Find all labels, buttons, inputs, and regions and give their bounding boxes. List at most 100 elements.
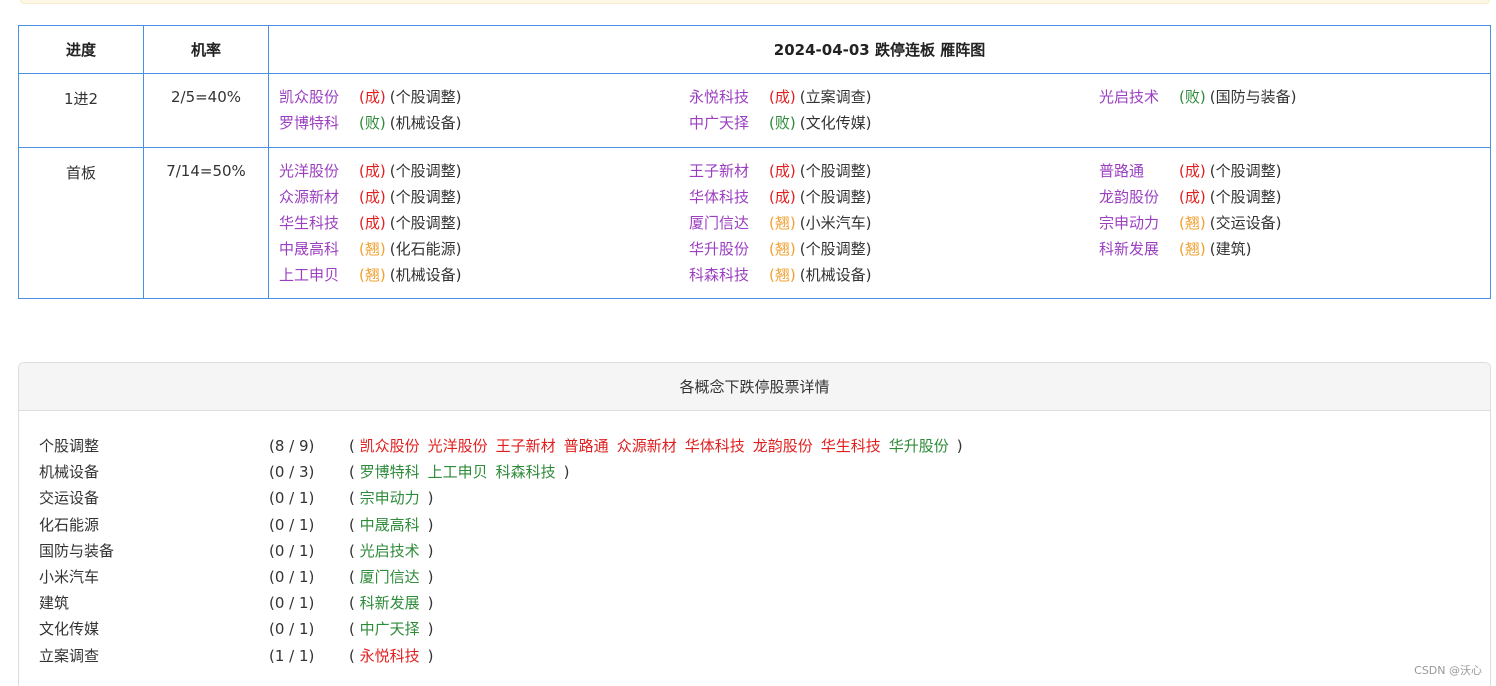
ladder-table: 进度 机率 2024-04-03 跌停连板 雁阵图 1进2 2/5=40% 凯众… xyxy=(18,25,1491,299)
stock-name-link[interactable]: 科森科技 xyxy=(689,262,769,288)
concept-stock-link[interactable]: 光洋股份 xyxy=(428,437,488,455)
concept-stock-link[interactable]: 厦门信达 xyxy=(360,568,420,586)
stock-entry[interactable]: 永悦科技 (成) (立案调查) xyxy=(689,84,871,110)
stock-name-link[interactable]: 光启技术 xyxy=(1099,84,1179,110)
concept-count: (0 / 3) xyxy=(269,463,315,482)
concept-stock-link[interactable]: 罗博特科 xyxy=(360,463,420,481)
stock-entry[interactable]: 华生科技 (成) (个股调整) xyxy=(279,210,461,236)
ladder-header-row: 进度 机率 2024-04-03 跌停连板 雁阵图 xyxy=(19,26,1490,74)
close-paren: ) xyxy=(563,463,570,482)
open-paren: ( xyxy=(349,541,360,560)
concept-tag: (个股调整) xyxy=(389,162,462,180)
stock-entry[interactable]: 厦门信达 (翘) (小米汽车) xyxy=(689,210,871,236)
concept-stock-link[interactable]: 光启技术 xyxy=(360,542,420,560)
concept-row: 小米汽车 (0 / 1) ( 厦门信达) xyxy=(19,564,1490,590)
stock-entry[interactable]: 众源新材 (成) (个股调整) xyxy=(279,184,461,210)
concept-stock-link[interactable]: 中广天择 xyxy=(360,620,420,638)
status-badge: (翘) xyxy=(359,266,386,284)
status-badge: (成) xyxy=(359,162,386,180)
stock-entry[interactable]: 中晟高科 (翘) (化石能源) xyxy=(279,236,461,262)
stock-name-link[interactable]: 永悦科技 xyxy=(689,84,769,110)
concept-tag: (个股调整) xyxy=(389,214,462,232)
concept-stock-link[interactable]: 华生科技 xyxy=(821,437,881,455)
stock-entry[interactable]: 中广天择 (败) (文化传媒) xyxy=(689,110,871,136)
concept-stock-link[interactable]: 宗申动力 xyxy=(360,489,420,507)
stock-name-link[interactable]: 中晟高科 xyxy=(279,236,359,262)
concept-name: 机械设备 xyxy=(39,463,100,482)
status-badge: (败) xyxy=(769,114,796,132)
concept-stock-link[interactable]: 华升股份 xyxy=(889,437,949,455)
stock-entry[interactable]: 光洋股份 (成) (个股调整) xyxy=(279,158,461,184)
stock-name-link[interactable]: 龙韵股份 xyxy=(1099,184,1179,210)
close-paren: ) xyxy=(427,515,434,534)
stock-name-link[interactable]: 王子新材 xyxy=(689,158,769,184)
concept-stock-link[interactable]: 王子新材 xyxy=(496,437,556,455)
concept-stock-link[interactable]: 科森科技 xyxy=(496,463,556,481)
stock-entry[interactable]: 王子新材 (成) (个股调整) xyxy=(689,158,871,184)
concept-row: 机械设备 (0 / 3) ( 罗博特科 上工申贝 科森科技) xyxy=(19,459,1490,485)
stock-entry[interactable]: 普路通 (成) (个股调整) xyxy=(1099,158,1281,184)
concept-stock-link[interactable]: 上工申贝 xyxy=(428,463,488,481)
status-badge: (成) xyxy=(769,88,796,106)
stock-name-link[interactable]: 华体科技 xyxy=(689,184,769,210)
stock-name-link[interactable]: 华生科技 xyxy=(279,210,359,236)
concept-stock-link[interactable]: 凯众股份 xyxy=(360,437,420,455)
concept-name: 个股调整 xyxy=(39,437,100,455)
stock-entry[interactable]: 宗申动力 (翘) (交运设备) xyxy=(1099,210,1281,236)
concept-stock-link[interactable]: 永悦科技 xyxy=(360,647,420,665)
stock-name-link[interactable]: 厦门信达 xyxy=(689,210,769,236)
stock-entry[interactable]: 龙韵股份 (成) (个股调整) xyxy=(1099,184,1281,210)
stock-entry[interactable]: 上工申贝 (翘) (机械设备) xyxy=(279,262,461,288)
row-stocks: 凯众股份 (成) (个股调整) 永悦科技 (成) (立案调查) 光启技术 (败) (国防与装备)… xyxy=(269,74,1490,147)
status-badge: (成) xyxy=(1179,188,1206,206)
concept-stock-list: ( 科新发展) xyxy=(349,590,434,616)
status-badge: (败) xyxy=(1179,88,1206,106)
concept-stock-link[interactable]: 科新发展 xyxy=(360,594,420,612)
header-title: 2024-04-03 跌停连板 雁阵图 xyxy=(773,41,986,59)
stock-name-link[interactable]: 中广天择 xyxy=(689,110,769,136)
status-badge: (翘) xyxy=(769,214,796,232)
concept-tag: (文化传媒) xyxy=(799,114,872,132)
close-paren: ) xyxy=(427,646,434,665)
concept-stock-list: ( 厦门信达) xyxy=(349,564,434,590)
concept-name: 小米汽车 xyxy=(39,568,100,586)
open-paren: ( xyxy=(349,437,360,455)
concept-stock-link[interactable]: 普路通 xyxy=(564,437,609,455)
stock-name-link[interactable]: 众源新材 xyxy=(279,184,359,210)
concept-tag: (机械设备) xyxy=(799,266,872,284)
stock-name-link[interactable]: 普路通 xyxy=(1099,158,1179,184)
status-badge: (翘) xyxy=(359,240,386,258)
status-badge: (成) xyxy=(769,162,796,180)
concept-tag: (国防与装备) xyxy=(1209,88,1297,106)
status-badge: (翘) xyxy=(1179,240,1206,258)
stock-entry[interactable]: 罗博特科 (败) (机械设备) xyxy=(279,110,461,136)
stock-name-link[interactable]: 上工申贝 xyxy=(279,262,359,288)
concept-stock-list: ( 永悦科技) xyxy=(349,643,434,669)
stock-name-link[interactable]: 罗博特科 xyxy=(279,110,359,136)
stock-entry[interactable]: 科新发展 (翘) (建筑) xyxy=(1099,236,1251,262)
concept-count: (1 / 1) xyxy=(269,646,315,665)
concept-stock-link[interactable]: 龙韵股份 xyxy=(753,437,813,455)
concept-tag: (交运设备) xyxy=(1209,214,1282,232)
stock-entry[interactable]: 华升股份 (翘) (个股调整) xyxy=(689,236,871,262)
status-badge: (成) xyxy=(359,188,386,206)
stock-name-link[interactable]: 宗申动力 xyxy=(1099,210,1179,236)
concept-row: 交运设备 (0 / 1) ( 宗申动力) xyxy=(19,485,1490,511)
concept-row: 文化传媒 (0 / 1) ( 中广天择) xyxy=(19,616,1490,642)
stock-name-link[interactable]: 光洋股份 xyxy=(279,158,359,184)
stock-entry[interactable]: 光启技术 (败) (国防与装备) xyxy=(1099,84,1296,110)
stock-entry[interactable]: 科森科技 (翘) (机械设备) xyxy=(689,262,871,288)
concept-name: 交运设备 xyxy=(39,489,100,508)
stock-name-link[interactable]: 华升股份 xyxy=(689,236,769,262)
concept-stock-link[interactable]: 中晟高科 xyxy=(360,516,420,534)
open-paren: ( xyxy=(349,620,360,639)
stock-entry[interactable]: 凯众股份 (成) (个股调整) xyxy=(279,84,461,110)
stock-name-link[interactable]: 凯众股份 xyxy=(279,84,359,110)
watermark: CSDN @沃心 xyxy=(1414,664,1482,677)
stock-entry[interactable]: 华体科技 (成) (个股调整) xyxy=(689,184,871,210)
row-rate: 2/5=40% xyxy=(144,74,269,147)
stock-name-link[interactable]: 科新发展 xyxy=(1099,236,1179,262)
concept-stock-link[interactable]: 众源新材 xyxy=(617,437,677,455)
concept-stock-link[interactable]: 华体科技 xyxy=(685,437,745,455)
row-rate: 7/14=50% xyxy=(144,148,269,299)
